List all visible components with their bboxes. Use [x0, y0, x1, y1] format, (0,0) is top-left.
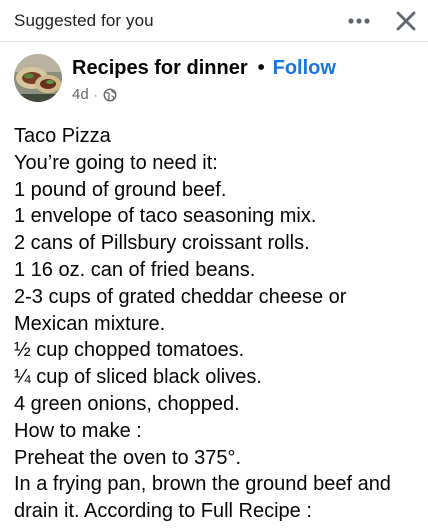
post-line: Mexican mixture.	[14, 312, 166, 335]
post-line: ¼ cup of sliced black olives.	[14, 366, 262, 389]
close-button[interactable]	[394, 9, 418, 33]
post-line: drain it. According to Full Recipe :	[14, 500, 312, 523]
post-line: You’re going to need it:	[14, 151, 218, 174]
globe-icon	[103, 88, 117, 101]
post-header: Recipes for dinner • Follow 4d ·	[0, 42, 428, 118]
page-name-link[interactable]: Recipes for dinner	[72, 57, 248, 79]
post-author-line: Recipes for dinner • Follow	[72, 57, 336, 80]
close-icon	[396, 11, 416, 31]
suggested-label: Suggested for you	[14, 11, 154, 30]
post-line: How to make :	[14, 419, 142, 442]
post-line: 1 16 oz. can of fried beans.	[14, 258, 256, 281]
follow-button[interactable]: Follow	[273, 57, 336, 79]
more-horizontal-icon	[348, 18, 370, 24]
post-timestamp[interactable]: 4d	[72, 86, 89, 103]
suggested-header: Suggested for you	[0, 0, 428, 42]
page-avatar[interactable]	[14, 54, 62, 102]
separator-dot: •	[257, 57, 265, 79]
post-line: Preheat the oven to 375°.	[14, 446, 242, 469]
post-meta: 4d ·	[72, 86, 117, 103]
post-line: 4 green onions, chopped.	[14, 392, 240, 415]
post-line: 2 cans of Pillsbury croissant rolls.	[14, 232, 310, 255]
food-photo-icon	[14, 54, 62, 102]
post-line: Taco Pizza	[14, 125, 111, 147]
post-text: Taco Pizza You’re going to need it: 1 po…	[14, 123, 424, 525]
meta-separator: ·	[93, 87, 98, 102]
more-options-button[interactable]	[345, 12, 373, 30]
post-line: ½ cup chopped tomatoes.	[14, 339, 245, 362]
post-line: 1 pound of ground beef.	[14, 178, 227, 201]
post-line: In a frying pan, brown the ground beef a…	[14, 473, 391, 496]
post-line: 1 envelope of taco seasoning mix.	[14, 205, 317, 228]
post-line: 2-3 cups of grated cheddar cheese or	[14, 285, 347, 308]
